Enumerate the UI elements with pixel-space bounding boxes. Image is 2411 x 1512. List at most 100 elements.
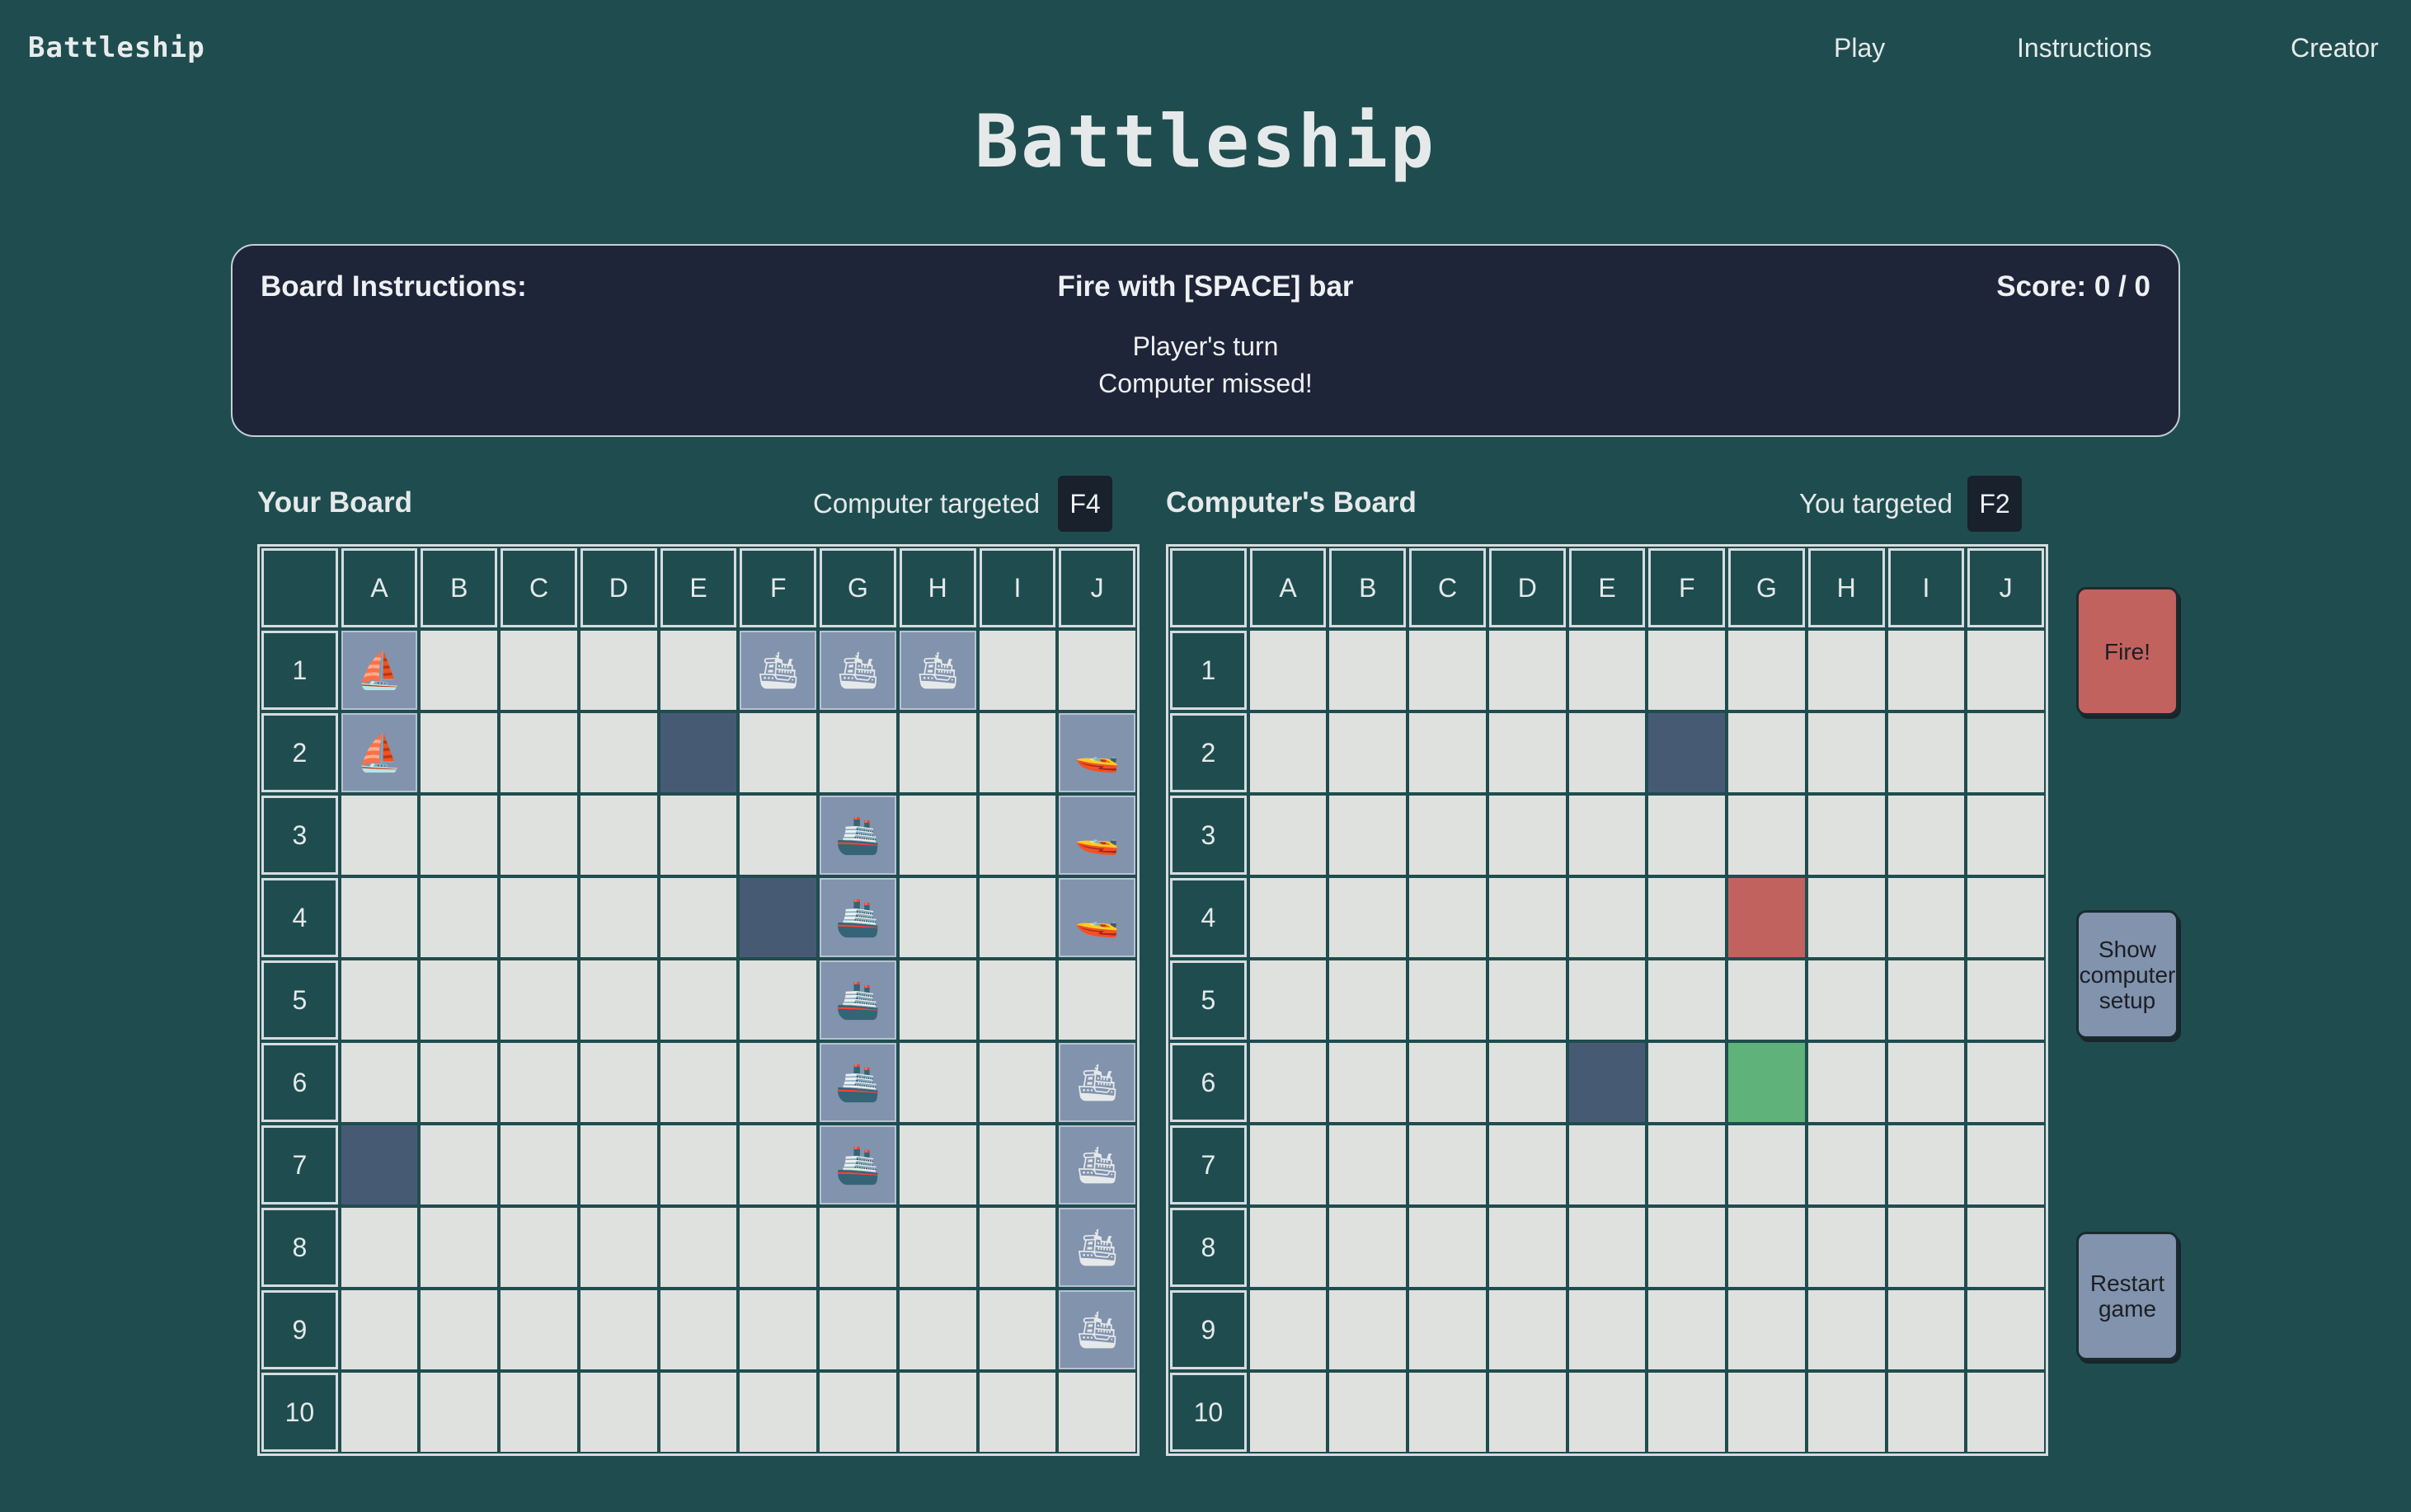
computer-cell[interactable] bbox=[1887, 631, 1965, 710]
computer-cell[interactable] bbox=[1728, 1208, 1805, 1287]
computer-cell[interactable] bbox=[1887, 1373, 1965, 1452]
computer-cell[interactable] bbox=[1967, 1125, 2044, 1204]
computer-cell[interactable] bbox=[1488, 713, 1566, 792]
computer-cell[interactable] bbox=[1329, 713, 1407, 792]
computer-cell[interactable] bbox=[1249, 960, 1327, 1040]
computer-cell[interactable] bbox=[1488, 960, 1566, 1040]
computer-cell[interactable] bbox=[1728, 631, 1805, 710]
computer-cell[interactable] bbox=[1409, 1125, 1486, 1204]
computer-current-target-cell[interactable] bbox=[1728, 1043, 1805, 1122]
computer-cell[interactable] bbox=[1887, 878, 1965, 957]
computer-cell[interactable] bbox=[1249, 1373, 1327, 1452]
nav-play-link[interactable]: Play bbox=[1834, 33, 1885, 63]
computer-miss-cell[interactable] bbox=[1568, 1043, 1646, 1122]
computer-cell[interactable] bbox=[1807, 713, 1885, 792]
computer-cell[interactable] bbox=[1249, 1290, 1327, 1369]
computer-cell[interactable] bbox=[1409, 796, 1486, 875]
computer-cell[interactable] bbox=[1329, 960, 1407, 1040]
computer-cell[interactable] bbox=[1807, 1125, 1885, 1204]
computer-cell[interactable] bbox=[1329, 1373, 1407, 1452]
computer-cell[interactable] bbox=[1568, 631, 1646, 710]
computer-cell[interactable] bbox=[1568, 878, 1646, 957]
computer-cell[interactable] bbox=[1249, 631, 1327, 710]
computer-cell[interactable] bbox=[1488, 1373, 1566, 1452]
nav-instructions-link[interactable]: Instructions bbox=[2017, 33, 2152, 63]
computer-cell[interactable] bbox=[1967, 713, 2044, 792]
computer-cell[interactable] bbox=[1409, 878, 1486, 957]
computer-cell[interactable] bbox=[1887, 1290, 1965, 1369]
computer-cell[interactable] bbox=[1568, 1208, 1646, 1287]
computer-cell[interactable] bbox=[1488, 1290, 1566, 1369]
computer-cell[interactable] bbox=[1728, 1373, 1805, 1452]
computer-cell[interactable] bbox=[1967, 1043, 2044, 1122]
computer-cell[interactable] bbox=[1488, 878, 1566, 957]
computer-cell[interactable] bbox=[1329, 1043, 1407, 1122]
computer-cell[interactable] bbox=[1887, 1043, 1965, 1122]
computer-cell[interactable] bbox=[1409, 960, 1486, 1040]
computer-cell[interactable] bbox=[1249, 1208, 1327, 1287]
computer-cell[interactable] bbox=[1648, 1373, 1726, 1452]
computer-cell[interactable] bbox=[1409, 1208, 1486, 1287]
computer-cell[interactable] bbox=[1807, 1043, 1885, 1122]
computer-cell[interactable] bbox=[1807, 1373, 1885, 1452]
computer-cell[interactable] bbox=[1887, 713, 1965, 792]
computer-cell[interactable] bbox=[1648, 1043, 1726, 1122]
computer-cell[interactable] bbox=[1488, 1208, 1566, 1287]
computer-cell[interactable] bbox=[1409, 631, 1486, 710]
computer-cell[interactable] bbox=[1728, 796, 1805, 875]
computer-cell[interactable] bbox=[1648, 1208, 1726, 1287]
show-computer-setup-button[interactable]: Show computer setup bbox=[2076, 910, 2178, 1039]
computer-cell[interactable] bbox=[1568, 1125, 1646, 1204]
computer-cell[interactable] bbox=[1249, 1125, 1327, 1204]
computer-cell[interactable] bbox=[1329, 1290, 1407, 1369]
computer-cell[interactable] bbox=[1807, 878, 1885, 957]
computer-cell[interactable] bbox=[1329, 1125, 1407, 1204]
computer-cell[interactable] bbox=[1409, 1373, 1486, 1452]
computer-cell[interactable] bbox=[1967, 796, 2044, 875]
computer-cell[interactable] bbox=[1648, 1125, 1726, 1204]
computer-cell[interactable] bbox=[1648, 631, 1726, 710]
computer-cell[interactable] bbox=[1807, 796, 1885, 875]
computer-cell[interactable] bbox=[1728, 1290, 1805, 1369]
computer-cell[interactable] bbox=[1249, 713, 1327, 792]
computer-cell[interactable] bbox=[1409, 713, 1486, 792]
computer-cell[interactable] bbox=[1488, 631, 1566, 710]
computer-cell[interactable] bbox=[1728, 1125, 1805, 1204]
computer-cell[interactable] bbox=[1329, 796, 1407, 875]
computer-cell[interactable] bbox=[1568, 1373, 1646, 1452]
computer-cell[interactable] bbox=[1329, 1208, 1407, 1287]
computer-cell[interactable] bbox=[1887, 1125, 1965, 1204]
computer-cell[interactable] bbox=[1329, 878, 1407, 957]
computer-hit-cell[interactable] bbox=[1728, 878, 1805, 957]
computer-miss-cell[interactable] bbox=[1648, 713, 1726, 792]
computer-cell[interactable] bbox=[1807, 631, 1885, 710]
computer-cell[interactable] bbox=[1648, 878, 1726, 957]
computer-cell[interactable] bbox=[1648, 960, 1726, 1040]
computer-cell[interactable] bbox=[1967, 960, 2044, 1040]
restart-game-button[interactable]: Restart game bbox=[2076, 1232, 2178, 1360]
computer-cell[interactable] bbox=[1409, 1043, 1486, 1122]
computer-cell[interactable] bbox=[1887, 796, 1965, 875]
computer-cell[interactable] bbox=[1887, 960, 1965, 1040]
computer-cell[interactable] bbox=[1728, 713, 1805, 792]
computer-cell[interactable] bbox=[1568, 960, 1646, 1040]
computer-cell[interactable] bbox=[1249, 796, 1327, 875]
nav-creator-link[interactable]: Creator bbox=[2291, 33, 2379, 63]
computer-cell[interactable] bbox=[1488, 1043, 1566, 1122]
computer-cell[interactable] bbox=[1728, 960, 1805, 1040]
computer-cell[interactable] bbox=[1488, 796, 1566, 875]
computer-cell[interactable] bbox=[1568, 713, 1646, 792]
computer-cell[interactable] bbox=[1807, 1290, 1885, 1369]
computer-cell[interactable] bbox=[1967, 878, 2044, 957]
computer-cell[interactable] bbox=[1329, 631, 1407, 710]
computer-cell[interactable] bbox=[1568, 1290, 1646, 1369]
computer-cell[interactable] bbox=[1967, 1290, 2044, 1369]
computer-cell[interactable] bbox=[1887, 1208, 1965, 1287]
computer-cell[interactable] bbox=[1967, 1208, 2044, 1287]
computer-cell[interactable] bbox=[1967, 631, 2044, 710]
computer-cell[interactable] bbox=[1409, 1290, 1486, 1369]
computer-cell[interactable] bbox=[1488, 1125, 1566, 1204]
computer-cell[interactable] bbox=[1967, 1373, 2044, 1452]
computer-cell[interactable] bbox=[1807, 960, 1885, 1040]
computer-cell[interactable] bbox=[1249, 1043, 1327, 1122]
